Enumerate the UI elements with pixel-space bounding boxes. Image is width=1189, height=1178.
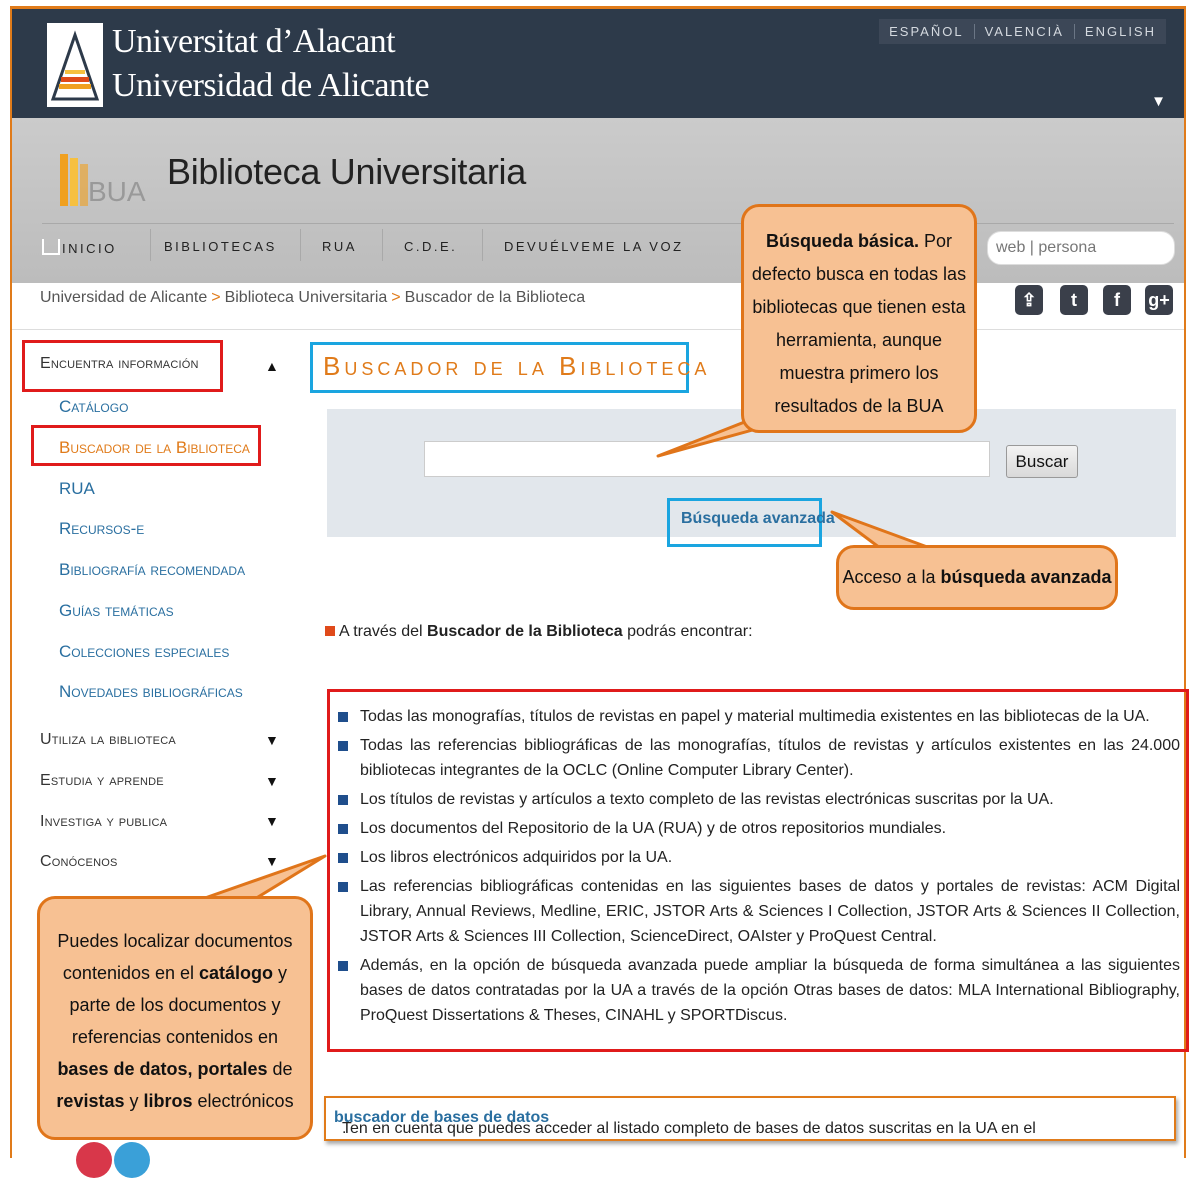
callout-left-text: de (267, 1059, 293, 1079)
callout-left-info: Puedes localizar documentos contenidos e… (37, 896, 313, 1140)
callout-left-bold: bases de datos, portales (57, 1059, 268, 1079)
callout-left-text: electrónicos (192, 1091, 294, 1111)
callout-left-bold: catálogo (199, 963, 274, 983)
callout-basic-bold: Búsqueda básica. (765, 231, 920, 251)
callout-left-bold: revistas (56, 1091, 125, 1111)
callout-advanced-bold: búsqueda avanzada (940, 567, 1112, 587)
callout-left-text: y (124, 1091, 144, 1111)
callout-basic-text: Por defecto busca en todas las bibliotec… (751, 231, 967, 416)
callout-advanced-search: Acceso a la búsqueda avanzada (836, 545, 1118, 610)
callout-left-bold: libros (143, 1091, 193, 1111)
callout-pointer (830, 510, 932, 550)
callout-advanced-prefix: Acceso a la (842, 567, 941, 587)
callout-basic-search: Búsqueda básica. Por defecto busca en to… (741, 204, 977, 433)
